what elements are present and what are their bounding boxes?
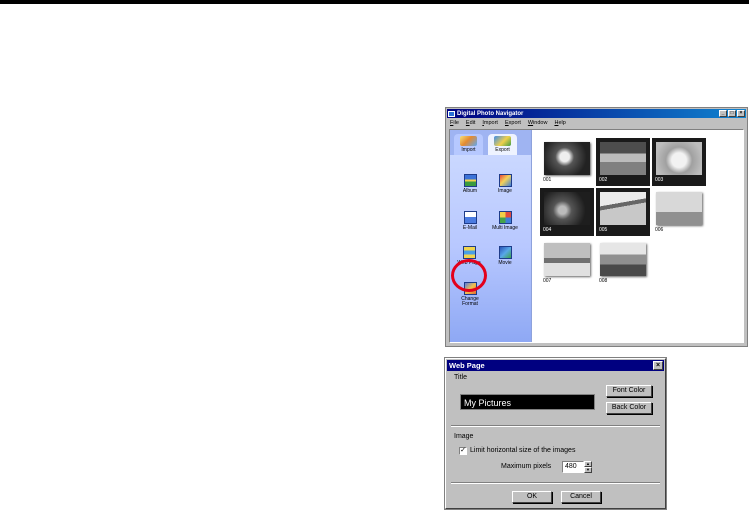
nav-item-multi-image[interactable]: Multi Image	[490, 211, 520, 231]
tab-export[interactable]: Export	[488, 134, 517, 155]
font-color-button[interactable]: Font Color	[606, 385, 652, 397]
import-icon	[460, 136, 477, 146]
thumbnail[interactable]: 005	[596, 188, 650, 236]
thumbnail[interactable]: 006	[652, 188, 706, 236]
photo-image	[544, 142, 590, 175]
nav-item-web-page[interactable]: Web Page	[454, 246, 484, 266]
photo-image	[600, 243, 646, 276]
thumbnail[interactable]: 004	[540, 188, 594, 236]
change-format-icon	[463, 282, 477, 295]
thumbnail-grid: 001 002 003 004 005 006 007 008	[540, 136, 743, 342]
photo-image	[544, 243, 590, 276]
photo-image	[544, 192, 590, 225]
nav-item-image[interactable]: Image	[490, 174, 520, 194]
app-icon	[448, 110, 455, 117]
limit-size-label: Limit horizontal size of the images	[470, 447, 576, 454]
thumbnail-caption: 007	[543, 278, 552, 284]
tab-import-label: Import	[461, 147, 476, 153]
back-color-button[interactable]: Back Color	[606, 402, 652, 414]
ok-button[interactable]: OK	[512, 491, 552, 503]
max-pixels-spinner[interactable]: ▲ ▼	[584, 461, 592, 473]
dialog-close-button[interactable]: ×	[653, 361, 663, 370]
menu-bar: File Edit Import Export Window Help	[447, 119, 746, 127]
nav-panel: Import Export Album Image E-Mail Multi I…	[450, 130, 532, 342]
menu-help[interactable]: Help	[554, 120, 565, 126]
menu-import[interactable]: Import	[482, 120, 498, 126]
multi-image-icon	[498, 211, 512, 224]
page-top-rule	[0, 0, 749, 4]
thumbnail-caption: 002	[599, 177, 608, 183]
spin-down-icon[interactable]: ▼	[584, 467, 592, 473]
cancel-button[interactable]: Cancel	[561, 491, 601, 503]
app-title: Digital Photo Navigator	[457, 110, 524, 117]
thumbnail-caption: 006	[655, 227, 664, 233]
thumbnail[interactable]: 008	[596, 239, 650, 287]
thumbnail-caption: 003	[655, 177, 664, 183]
nav-item-image-label: Image	[498, 188, 512, 194]
export-icon	[494, 136, 511, 146]
image-icon	[498, 174, 512, 187]
app-window: Digital Photo Navigator _ □ × File Edit …	[445, 107, 748, 347]
image-group-label: Image	[454, 433, 474, 440]
menu-export[interactable]: Export	[505, 120, 521, 126]
nav-item-movie[interactable]: Movie	[490, 246, 520, 266]
photo-image	[600, 142, 646, 175]
nav-item-web-page-label: Web Page	[457, 260, 481, 266]
nav-item-email[interactable]: E-Mail	[455, 211, 485, 231]
thumbnail[interactable]: 001	[540, 138, 594, 186]
window-controls: _ □ ×	[719, 110, 745, 117]
close-button[interactable]: ×	[737, 110, 745, 117]
tab-export-label: Export	[495, 147, 510, 153]
thumbnail[interactable]: 007	[540, 239, 594, 287]
nav-item-change-format-label: Change Format	[461, 296, 479, 307]
thumbnail-caption: 004	[543, 227, 552, 233]
nav-item-album[interactable]: Album	[455, 174, 485, 194]
title-group-label: Title	[454, 374, 467, 381]
dialog-title: Web Page	[449, 361, 485, 370]
limit-size-checkbox[interactable]: ✓	[459, 447, 467, 455]
photo-image	[656, 142, 702, 175]
footer-separator	[451, 482, 660, 484]
title-input[interactable]: My Pictures	[460, 394, 595, 410]
app-client-area: Import Export Album Image E-Mail Multi I…	[449, 129, 744, 343]
photo-image	[600, 192, 646, 225]
web-page-dialog: Web Page × Title My Pictures Font Color …	[445, 358, 666, 509]
thumbnail[interactable]: 002	[596, 138, 650, 186]
maximize-button[interactable]: □	[728, 110, 736, 117]
thumbnail-caption: 005	[599, 227, 608, 233]
menu-window[interactable]: Window	[528, 120, 548, 126]
app-titlebar: Digital Photo Navigator _ □ ×	[447, 109, 746, 118]
menu-edit[interactable]: Edit	[466, 120, 475, 126]
tab-import[interactable]: Import	[454, 134, 483, 155]
web-page-icon	[462, 246, 476, 259]
max-pixels-input[interactable]: 480	[562, 461, 584, 473]
email-icon	[463, 211, 477, 224]
max-pixels-label: Maximum pixels	[501, 463, 552, 470]
group-separator	[451, 425, 660, 427]
nav-item-album-label: Album	[462, 188, 478, 194]
thumbnail-caption: 001	[543, 177, 552, 183]
dialog-titlebar: Web Page ×	[447, 360, 664, 371]
photo-image	[656, 192, 702, 225]
movie-icon	[498, 246, 512, 259]
nav-item-change-format[interactable]: Change Format	[455, 282, 485, 307]
thumbnail[interactable]: 003	[652, 138, 706, 186]
album-icon	[463, 174, 477, 187]
nav-item-email-label: E-Mail	[462, 225, 478, 231]
menu-file[interactable]: File	[450, 120, 459, 126]
minimize-button[interactable]: _	[719, 110, 727, 117]
thumbnail-caption: 008	[599, 278, 608, 284]
nav-item-movie-label: Movie	[498, 260, 512, 266]
nav-item-multi-image-label: Multi Image	[492, 225, 518, 231]
